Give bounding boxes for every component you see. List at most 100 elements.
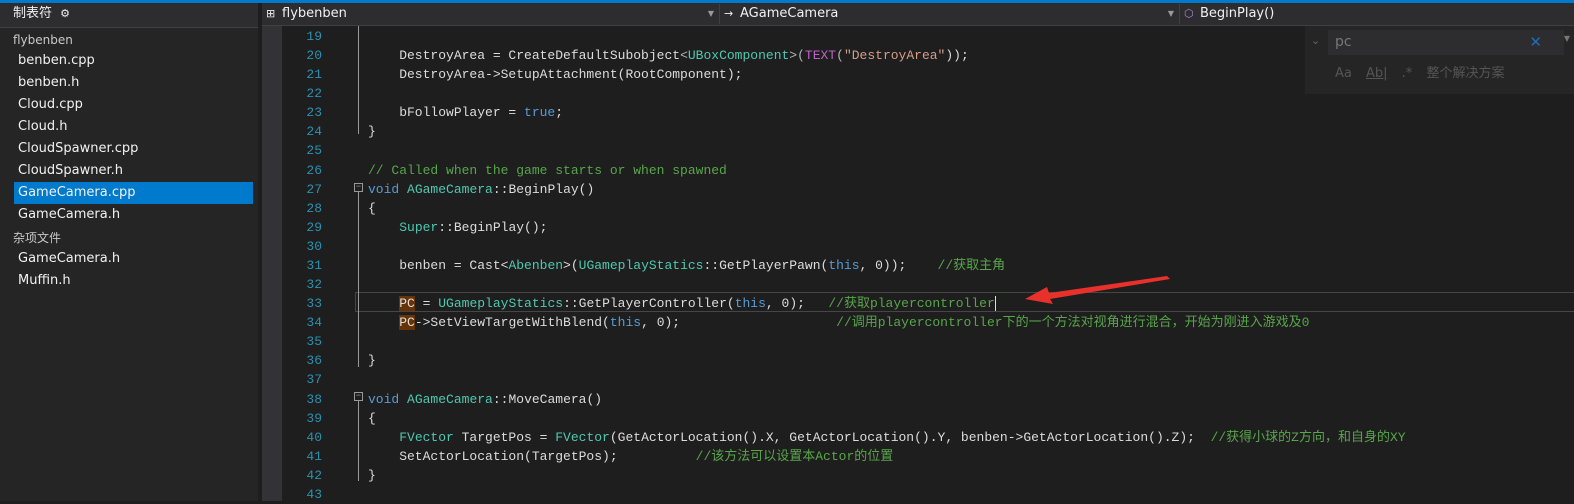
code-line: 31 benben = Cast<Abenben>(UGameplayStati… [282, 256, 1574, 275]
line-number: 21 [306, 67, 322, 83]
project-name: flybenben [282, 6, 347, 21]
line-number: 34 [306, 315, 322, 331]
code-line: 36} [282, 351, 1574, 370]
project-icon: ⊞ [266, 7, 276, 20]
code-line: 30 [282, 237, 1574, 256]
code-line: 43 [282, 485, 1574, 504]
code-token: "DestroyArea" [843, 48, 946, 64]
code-line: 29 Super::BeginPlay(); [282, 218, 1574, 237]
line-number: 36 [306, 353, 322, 369]
code-text: void AGameCamera::BeginPlay() [368, 180, 594, 199]
code-text: DestroyArea = CreateDefaultSubobject<UBo… [368, 46, 969, 65]
code-token: bFollowPlayer = [368, 105, 525, 121]
sidebar-file-item[interactable]: CloudSpawner.cpp [0, 138, 253, 160]
sidebar-file-item[interactable]: GameCamera.h [0, 248, 253, 270]
code-token: )); [945, 48, 969, 64]
code-text: void AGameCamera::MoveCamera() [368, 390, 602, 409]
regex-toggle[interactable]: .* [1402, 66, 1413, 81]
chevron-down-icon[interactable]: ▼ [1564, 34, 1570, 43]
code-line: 34 PC->SetViewTargetWithBlend(this, 0); … [282, 313, 1574, 332]
find-input[interactable]: pc ✕ [1328, 30, 1564, 55]
line-number: 26 [306, 162, 322, 178]
member-dropdown[interactable]: ⬡ BeginPlay() [1180, 4, 1574, 24]
code-token: } [368, 467, 376, 483]
sidebar-file-item[interactable]: GameCamera.h [0, 204, 253, 226]
line-number: 28 [306, 200, 322, 216]
code-token: this [609, 315, 642, 331]
line-number: 23 [306, 105, 322, 121]
line-number: 25 [306, 143, 322, 159]
line-number: 32 [306, 277, 322, 293]
line-number: 33 [306, 296, 322, 312]
line-number: 22 [306, 86, 322, 102]
code-line: 42} [282, 466, 1574, 485]
sidebar-file-item[interactable]: Cloud.cpp [0, 94, 253, 116]
code-token: ::MoveCamera() [492, 391, 603, 407]
code-token: //获得小球的Z方向，和自身的XY [1210, 429, 1406, 445]
code-token: ::BeginPlay(); [438, 219, 548, 235]
code-text: { [368, 199, 376, 218]
code-token: void [368, 391, 400, 407]
line-number: 24 [306, 124, 322, 140]
code-token: >( [563, 257, 579, 273]
find-widget: ⌄ pc ✕ ▼ Aa Ab| .* 整个解决方案 [1305, 26, 1574, 94]
code-token: DestroyArea->SetupAttachment(RootCompone… [368, 67, 743, 83]
code-line: 33 PC = UGameplayStatics::GetPlayerContr… [282, 294, 1574, 313]
code-editor[interactable]: − − 19 20 DestroyArea = CreateDefaultSubo… [282, 26, 1574, 504]
code-token: TargetPos = [453, 429, 556, 445]
code-text: bFollowPlayer = true; [368, 103, 563, 122]
code-token: { [368, 200, 376, 216]
code-line: 41 SetActorLocation(TargetPos); //该方法可以设… [282, 447, 1574, 466]
code-line: 40 FVector TargetPos = FVector(GetActorL… [282, 428, 1574, 447]
sidebar-group-label: flybenben [13, 33, 73, 47]
code-text: PC = UGameplayStatics::GetPlayerControll… [368, 294, 996, 313]
code-token: ::GetPlayerController( [563, 296, 735, 312]
code-line: 39 { [282, 409, 1574, 428]
sidebar-file-item[interactable]: CloudSpawner.h [0, 160, 253, 182]
file-tabs-sidebar: 制表符 ⚙ flybenben benben.cpp benben.h Cloud.c… [0, 3, 258, 501]
sidebar-file-item[interactable]: Cloud.h [0, 116, 253, 138]
code-line: 25 [282, 141, 1574, 160]
line-number: 39 [306, 410, 322, 426]
method-icon: ⬡ [1184, 7, 1194, 20]
sidebar-file-item[interactable]: benben.h [0, 72, 253, 94]
code-token: Abenben [508, 257, 564, 273]
expand-replace-icon[interactable]: ⌄ [1311, 34, 1320, 47]
code-token: PC [399, 296, 415, 312]
line-number: 31 [306, 257, 322, 273]
code-text: SetActorLocation(TargetPos); //该方法可以设置本A… [368, 447, 893, 466]
line-number: 37 [306, 372, 322, 388]
code-line: 32 [282, 275, 1574, 294]
sidebar-file-item[interactable]: benben.cpp [0, 50, 253, 72]
code-line: 35 [282, 332, 1574, 351]
code-token: void [368, 181, 400, 197]
code-token: AGameCamera [407, 391, 493, 407]
sidebar-file-item[interactable]: Muffin.h [0, 270, 253, 292]
chevron-down-icon: ▼ [1167, 9, 1174, 18]
gear-icon[interactable]: ⚙ [60, 7, 70, 20]
line-number: 30 [306, 238, 322, 254]
match-case-toggle[interactable]: Aa [1335, 66, 1352, 81]
code-token: //该方法可以设置本Actor的位置 [695, 448, 894, 464]
editor-margin [262, 26, 282, 501]
code-line: 27 void AGameCamera::BeginPlay() [282, 180, 1574, 199]
line-number: 20 [306, 48, 322, 64]
line-number: 27 [306, 181, 322, 197]
sidebar-file-item[interactable]: GameCamera.cpp [14, 182, 253, 204]
code-text: Super::BeginPlay(); [368, 218, 547, 237]
arrow-right-icon: → [724, 7, 734, 20]
match-word-toggle[interactable]: Ab| [1366, 66, 1388, 81]
project-dropdown[interactable]: ⊞ flybenben ▼ [262, 4, 720, 24]
code-token: { [368, 410, 376, 426]
scope-dropdown[interactable]: → AGameCamera ▼ [720, 4, 1180, 24]
code-token: DestroyArea = CreateDefaultSubobject [368, 48, 681, 64]
code-token: >( [789, 48, 805, 64]
code-line: 23 bFollowPlayer = true; [282, 103, 1574, 122]
code-token: , 0)); [859, 257, 938, 273]
close-icon[interactable]: ✕ [1529, 30, 1542, 55]
search-scope[interactable]: 整个解决方案 [1426, 66, 1504, 81]
line-number: 29 [306, 219, 322, 235]
